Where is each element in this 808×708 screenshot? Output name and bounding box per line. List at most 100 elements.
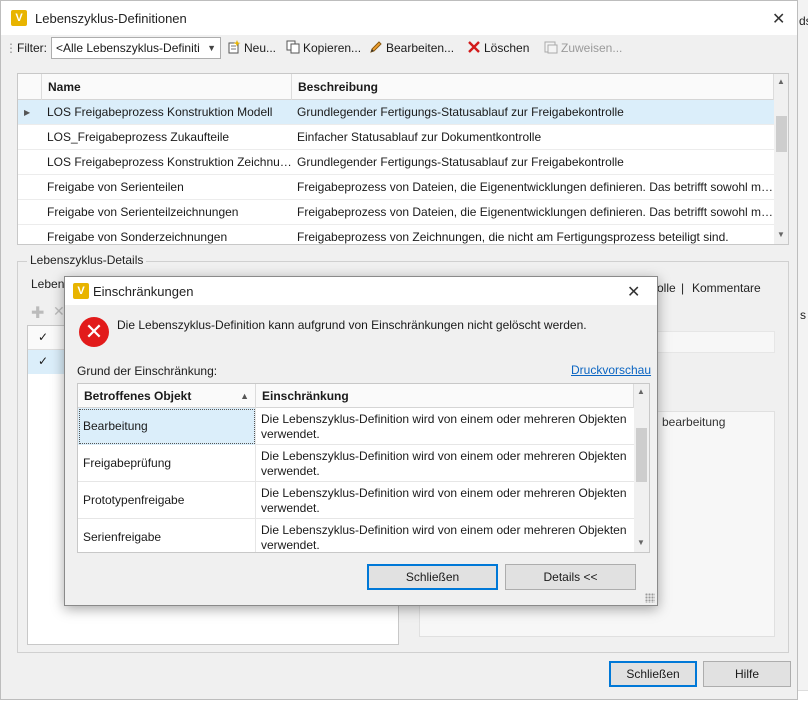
cell-name: Freigabe von Serienteilen	[47, 180, 184, 194]
red-x-icon	[468, 41, 480, 53]
title-bar: V Lebenszyklus-Definitionen ✕	[1, 1, 797, 35]
grid-header: Name Beschreibung	[18, 74, 774, 100]
remove-icon[interactable]: ✕	[53, 303, 65, 320]
background-text: s	[800, 308, 806, 322]
checkmark-icon: ✓	[38, 330, 49, 344]
copy-button[interactable]: Kopieren...	[286, 39, 361, 57]
window-title: Lebenszyklus-Definitionen	[35, 11, 187, 26]
toolbar-grip: ⋮	[5, 41, 17, 55]
chevron-down-icon: ▼	[207, 43, 216, 53]
scroll-up-icon[interactable]: ▲	[777, 77, 785, 86]
dialog-close-icon[interactable]: ✕	[627, 282, 640, 302]
cell-description: Freigabeprozess von Zeichnungen, die nic…	[297, 230, 729, 244]
cell-description: Grundlegender Fertigungs-Statusablauf zu…	[297, 155, 624, 169]
vault-app-icon: V	[11, 10, 27, 26]
cell-name: Freigabe von Serienteilzeichnungen	[47, 205, 239, 219]
restrictions-grid: Betroffenes Objekt ▲ Einschränkung Bearb…	[77, 383, 650, 553]
new-document-icon	[228, 40, 241, 54]
scroll-down-icon[interactable]: ▼	[637, 538, 645, 547]
error-x-icon: ✕	[79, 317, 109, 347]
cell-object: Prototypenfreigabe	[78, 482, 256, 519]
sort-ascending-icon: ▲	[240, 391, 249, 401]
dialog-close-button[interactable]: Schließen	[367, 564, 498, 590]
tab-separator: |	[681, 281, 685, 295]
table-row[interactable]: Prototypenfreigabe Die Lebenszyklus-Defi…	[78, 482, 634, 519]
cell-name: LOS Freigabeprozess Konstruktion Modell	[47, 105, 273, 119]
restrictions-dialog: V Einschränkungen ✕ ✕ Die Lebenszyklus-D…	[64, 276, 658, 606]
cell-description: Freigabeprozess von Dateien, die Eigenen…	[297, 205, 774, 219]
column-header-object-label: Betroffenes Objekt	[84, 389, 192, 403]
copy-icon	[286, 40, 300, 54]
help-button[interactable]: Hilfe	[703, 661, 791, 687]
add-icon[interactable]: ✚	[31, 303, 44, 323]
cell-description: Einfacher Statusablauf zur Dokumentkontr…	[297, 130, 542, 144]
cell-restriction: Die Lebenszyklus-Definition wird von ein…	[261, 449, 627, 478]
assign-label: Zuweisen...	[561, 41, 623, 55]
tab-comments[interactable]: Kommentare	[692, 281, 761, 295]
table-row[interactable]: ▶ LOS Freigabeprozess Konstruktion Model…	[18, 100, 774, 125]
column-header-name[interactable]: Name	[42, 74, 292, 100]
table-row[interactable]: Freigabeprüfung Die Lebenszyklus-Definit…	[78, 445, 634, 482]
reason-label: Grund der Einschränkung:	[77, 364, 218, 378]
scroll-down-icon[interactable]: ▼	[777, 230, 785, 239]
cell-restriction: Die Lebenszyklus-Definition wird von ein…	[261, 523, 627, 552]
new-label: Neu...	[244, 41, 277, 55]
edit-button[interactable]: Bearbeiten...	[369, 39, 454, 57]
pencil-icon	[370, 41, 382, 53]
filter-label: Filter:	[17, 41, 47, 55]
group-title: Lebenszyklus-Details	[27, 253, 147, 267]
scrollbar-thumb[interactable]	[776, 116, 787, 152]
filter-value: <Alle Lebenszyklus-Definiti	[56, 41, 200, 55]
cell-object: Serienfreigabe	[78, 519, 256, 552]
delete-label: Löschen	[484, 41, 530, 55]
dialog-title-bar: V Einschränkungen ✕	[65, 277, 657, 305]
vertical-scrollbar[interactable]: ▲ ▼	[634, 384, 649, 552]
tab-lifecycle[interactable]: Leben	[31, 277, 64, 291]
dialog-title: Einschränkungen	[93, 284, 194, 299]
details-panel-text: bearbeitung	[662, 415, 726, 429]
new-button[interactable]: Neu...	[227, 39, 276, 57]
dialog-message: Die Lebenszyklus-Definition kann aufgrun…	[117, 318, 587, 332]
cell-name: Freigabe von Sonderzeichnungen	[47, 230, 228, 244]
tab-control[interactable]: olle	[657, 281, 676, 295]
close-icon[interactable]: ✕	[772, 9, 785, 29]
cell-name: LOS Freigabeprozess Konstruktion Zeichnu…	[47, 155, 292, 169]
scrollbar-thumb[interactable]	[636, 428, 647, 482]
column-header-description[interactable]: Beschreibung	[292, 74, 774, 100]
filter-dropdown[interactable]: <Alle Lebenszyklus-Definiti ▼	[51, 37, 221, 59]
assign-button[interactable]: Zuweisen...	[544, 39, 622, 57]
cell-restriction: Die Lebenszyklus-Definition wird von ein…	[261, 412, 627, 441]
vault-app-icon: V	[73, 283, 89, 299]
close-button[interactable]: Schließen	[609, 661, 697, 687]
cell-object: Bearbeitung	[78, 408, 256, 445]
row-pointer-icon: ▶	[24, 108, 31, 117]
delete-button[interactable]: Löschen	[467, 39, 529, 57]
details-toggle-button[interactable]: Details <<	[505, 564, 636, 590]
copy-label: Kopieren...	[303, 41, 362, 55]
column-header-restriction[interactable]: Einschränkung	[256, 384, 634, 408]
lifecycle-definitions-grid: Name Beschreibung ▶ LOS Freigabeprozess …	[17, 73, 789, 245]
cell-object: Freigabeprüfung	[78, 445, 256, 482]
table-row[interactable]: Freigabe von Serienteilzeichnungen Freig…	[18, 200, 774, 225]
print-preview-link[interactable]: Druckvorschau	[571, 363, 651, 377]
table-row[interactable]: LOS Freigabeprozess Konstruktion Zeichnu…	[18, 150, 774, 175]
cell-restriction: Die Lebenszyklus-Definition wird von ein…	[261, 486, 627, 515]
table-row[interactable]: Bearbeitung Die Lebenszyklus-Definition …	[78, 408, 634, 445]
row-indicator-header	[18, 74, 42, 100]
assign-icon	[544, 41, 558, 54]
table-row[interactable]: Freigabe von Serienteilen Freigabeprozes…	[18, 175, 774, 200]
checkmark-icon: ✓	[38, 354, 49, 368]
cell-description: Freigabeprozess von Dateien, die Eigenen…	[297, 180, 774, 194]
cell-name: LOS_Freigabeprozess Zukaufteile	[47, 130, 230, 144]
resize-grip[interactable]	[645, 593, 655, 603]
column-header-object[interactable]: Betroffenes Objekt ▲	[78, 384, 256, 408]
table-row[interactable]: Serienfreigabe Die Lebenszyklus-Definiti…	[78, 519, 634, 552]
edit-label: Bearbeiten...	[386, 41, 455, 55]
table-row[interactable]: LOS_Freigabeprozess Zukaufteile Einfache…	[18, 125, 774, 150]
scroll-up-icon[interactable]: ▲	[637, 387, 645, 396]
restrictions-grid-header: Betroffenes Objekt ▲ Einschränkung	[78, 384, 634, 408]
table-row[interactable]: Freigabe von Sonderzeichnungen Freigabep…	[18, 225, 774, 244]
background-text: ds	[799, 14, 808, 28]
vertical-scrollbar[interactable]: ▲ ▼	[774, 74, 788, 244]
cell-description: Grundlegender Fertigungs-Statusablauf zu…	[297, 105, 624, 119]
